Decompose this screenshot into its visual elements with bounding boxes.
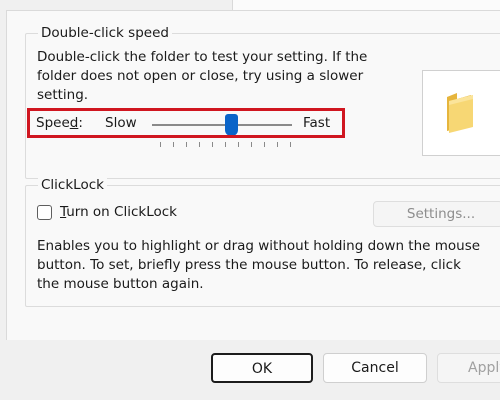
clicklock-description: Enables you to highlight or drag without… <box>37 238 481 292</box>
slider-tick <box>225 142 226 147</box>
cancel-button[interactable]: Cancel <box>323 353 427 383</box>
clicklock-group-label: ClickLock <box>38 177 107 193</box>
slider-tick <box>277 142 278 147</box>
slider-tick <box>238 142 239 147</box>
slider-tick <box>290 142 291 147</box>
double-click-test-area[interactable] <box>422 70 500 156</box>
slider-tick <box>199 142 200 147</box>
ok-button[interactable]: OK <box>211 353 313 383</box>
buttons-tab-panel: Double-click speed Double-click the fold… <box>6 10 500 348</box>
slider-tick <box>173 142 174 147</box>
double-click-description: Double-click the folder to test your set… <box>37 49 368 103</box>
speed-highlight-box <box>27 108 345 138</box>
clicklock-settings-button[interactable]: Settings... <box>373 201 500 227</box>
mouse-properties-dialog: Double-click speed Double-click the fold… <box>0 0 500 400</box>
slider-tick <box>264 142 265 147</box>
slider-tick <box>212 142 213 147</box>
double-click-group-label: Double-click speed <box>38 25 172 41</box>
apply-button[interactable]: Apply <box>437 353 500 383</box>
slider-tick <box>251 142 252 147</box>
slider-tick <box>160 142 161 147</box>
clicklock-checkbox[interactable] <box>37 205 52 220</box>
folder-icon <box>447 93 473 133</box>
slider-tick <box>186 142 187 147</box>
clicklock-label-text[interactable]: Turn on ClickLock <box>60 204 177 220</box>
clicklock-checkbox-label[interactable]: Turn on ClickLock <box>60 203 177 222</box>
